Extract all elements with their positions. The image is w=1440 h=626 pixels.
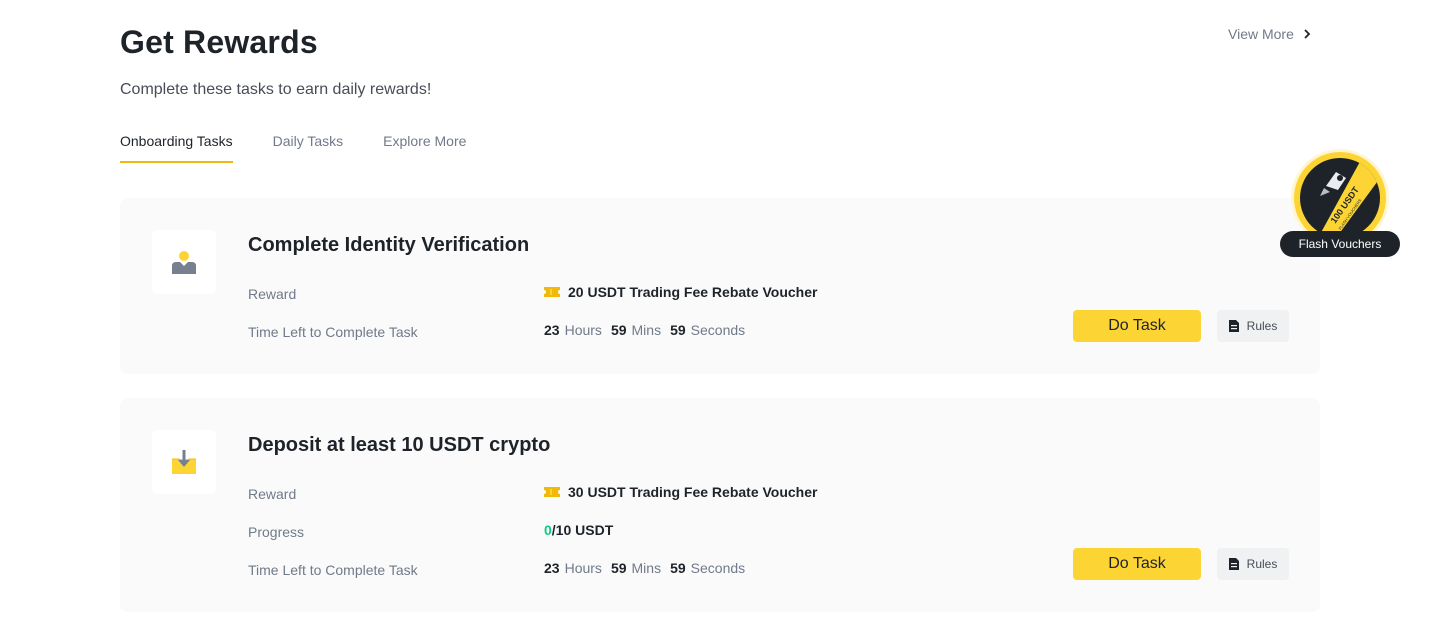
countdown-timer: 23 Hours 59 Mins 59 Seconds (544, 560, 754, 576)
hours-unit: Hours (564, 322, 602, 338)
tab-daily-tasks[interactable]: Daily Tasks (273, 133, 344, 163)
voucher-icon (544, 287, 560, 297)
task-tabs: Onboarding Tasks Daily Tasks Explore Mor… (120, 133, 466, 163)
task-title: Deposit at least 10 USDT crypto (248, 434, 551, 456)
task-icon-container (152, 430, 216, 494)
time-left-label: Time Left to Complete Task (248, 562, 418, 578)
mins-unit: Mins (631, 560, 662, 576)
page-subtitle: Complete these tasks to earn daily rewar… (120, 81, 432, 98)
mins-value: 59 (610, 560, 627, 576)
reward-voucher-text: 30 USDT Trading Fee Rebate Voucher (568, 484, 818, 500)
view-more-label: View More (1228, 26, 1294, 42)
task-card-deposit: Deposit at least 10 USDT crypto Reward 3… (120, 398, 1320, 612)
task-title: Complete Identity Verification (248, 234, 530, 256)
deposit-icon (172, 450, 196, 474)
task-card-identity-verification: Complete Identity Verification Reward 20… (120, 198, 1320, 374)
document-icon (1228, 320, 1239, 332)
flash-vouchers-label: Flash Vouchers (1280, 231, 1400, 257)
secs-unit: Seconds (690, 322, 746, 338)
do-task-button[interactable]: Do Task (1073, 310, 1201, 342)
chevron-right-icon (1304, 29, 1311, 39)
rules-label: Rules (1246, 319, 1278, 333)
tab-explore-more[interactable]: Explore More (383, 133, 466, 163)
reward-value: 20 USDT Trading Fee Rebate Voucher (544, 284, 817, 300)
rules-label: Rules (1246, 557, 1278, 571)
do-task-button[interactable]: Do Task (1073, 548, 1201, 580)
secs-value: 59 (670, 560, 686, 576)
page-title: Get Rewards (120, 24, 318, 60)
secs-unit: Seconds (690, 560, 746, 576)
progress-current: 0 (544, 522, 552, 538)
progress-value: 0 /10 USDT (544, 522, 613, 538)
hours-value: 23 (544, 322, 560, 338)
rules-button[interactable]: Rules (1217, 310, 1289, 342)
rocket-voucher-icon: 100 USDT FLASH VOUCHERS (1318, 158, 1380, 238)
reward-label: Reward (248, 486, 297, 502)
hours-unit: Hours (564, 560, 602, 576)
voucher-icon (544, 487, 560, 497)
reward-value: 30 USDT Trading Fee Rebate Voucher (544, 484, 817, 500)
reward-label: Reward (248, 286, 297, 302)
user-id-icon (172, 251, 196, 274)
mins-value: 59 (610, 322, 627, 338)
progress-label: Progress (248, 524, 305, 540)
flash-vouchers-widget[interactable]: 100 USDT FLASH VOUCHERS Flash Vouchers (1280, 150, 1400, 260)
rules-button[interactable]: Rules (1217, 548, 1289, 580)
task-icon-container (152, 230, 216, 294)
time-left-label: Time Left to Complete Task (248, 324, 418, 340)
tab-onboarding-tasks[interactable]: Onboarding Tasks (120, 133, 233, 163)
view-more-link[interactable]: View More (1228, 26, 1312, 42)
reward-voucher-text: 20 USDT Trading Fee Rebate Voucher (568, 284, 818, 300)
secs-value: 59 (670, 322, 686, 338)
document-icon (1228, 558, 1239, 570)
hours-value: 23 (544, 560, 560, 576)
mins-unit: Mins (631, 322, 662, 338)
countdown-timer: 23 Hours 59 Mins 59 Seconds (544, 322, 754, 338)
progress-target: /10 USDT (551, 522, 614, 538)
